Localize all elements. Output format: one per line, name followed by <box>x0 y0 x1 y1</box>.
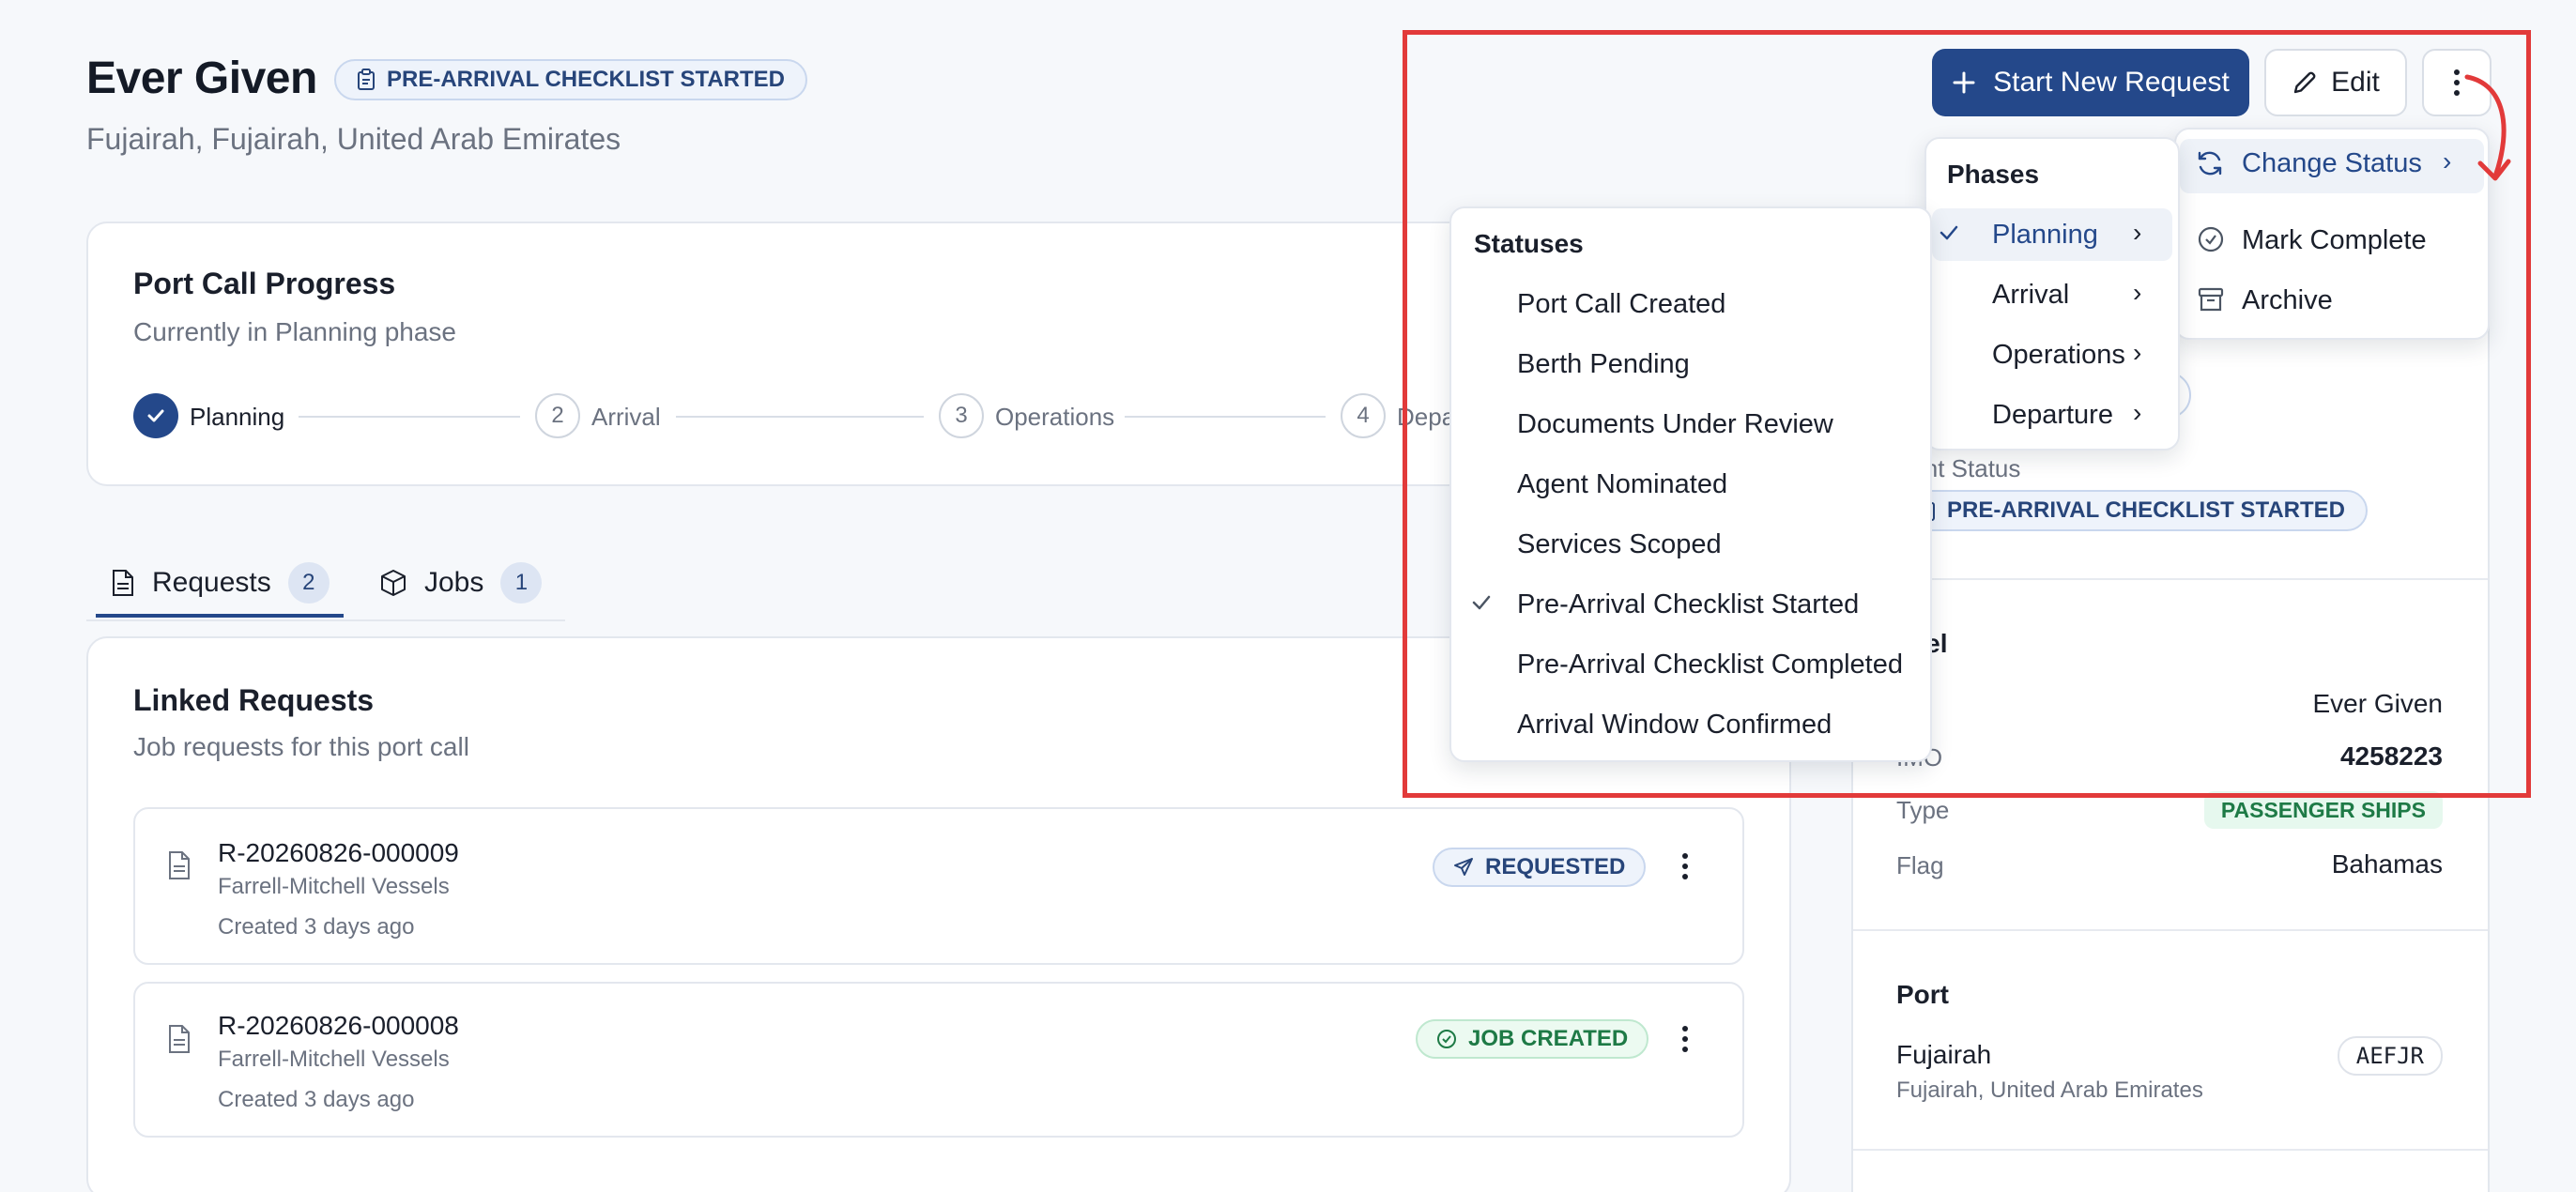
step-number-operations: 3 <box>939 393 984 438</box>
request-created: Created 3 days ago <box>218 1087 415 1112</box>
annotation-arrow-icon <box>2460 71 2516 193</box>
document-icon <box>111 569 135 597</box>
step-number-departure: 4 <box>1341 393 1386 438</box>
tab-jobs[interactable]: Jobs 1 <box>379 562 543 604</box>
tab-jobs-count: 1 <box>500 562 543 604</box>
divider <box>1853 1149 2488 1151</box>
clipboard-icon <box>357 69 376 91</box>
page-title: Ever Given <box>86 53 317 103</box>
vessel-type-label: Type <box>1896 796 1950 824</box>
request-company: Farrell-Mitchell Vessels <box>218 1047 450 1072</box>
port-section-title: Port <box>1896 980 1949 1009</box>
status-pill-requested: REQUESTED <box>1433 848 1647 887</box>
tab-requests-label: Requests <box>152 567 271 598</box>
tab-active-indicator <box>96 614 344 618</box>
port-location: Fujairah, United Arab Emirates <box>1896 1077 2203 1103</box>
status-badge: PRE-ARRIVAL CHECKLIST STARTED <box>334 59 808 100</box>
request-id[interactable]: R-20260826-000008 <box>218 1011 459 1041</box>
step-connector <box>1125 416 1326 418</box>
step-connector <box>676 416 924 418</box>
tab-bar-divider <box>86 619 565 621</box>
step-planning-check-icon <box>133 393 178 438</box>
tab-jobs-label: Jobs <box>424 567 484 598</box>
annotation-highlight-box <box>1403 30 2531 798</box>
step-label-planning: Planning <box>190 403 285 431</box>
row-more-icon[interactable] <box>1671 1020 1699 1058</box>
vessel-flag-value: Bahamas <box>2331 849 2443 879</box>
step-label-operations: Operations <box>995 403 1115 431</box>
step-number-arrival: 2 <box>535 393 580 438</box>
port-name: Fujairah <box>1896 1040 1992 1069</box>
document-icon <box>167 1024 192 1054</box>
tab-requests-count: 2 <box>287 562 330 604</box>
check-circle-icon <box>1436 1029 1457 1049</box>
port-location: Fujairah, Fujairah, United Arab Emirates <box>86 122 621 156</box>
progress-subtitle: Currently in Planning phase <box>133 317 456 346</box>
status-pill-label: JOB CREATED <box>1468 1026 1629 1051</box>
send-icon <box>1453 857 1474 878</box>
tab-requests[interactable]: Requests 2 <box>111 562 330 604</box>
port-code: AEFJR <box>2337 1036 2443 1076</box>
vessel-flag-label: Flag <box>1896 851 1944 879</box>
status-badge-label: PRE-ARRIVAL CHECKLIST STARTED <box>387 67 786 92</box>
linked-requests-title: Linked Requests <box>133 683 375 717</box>
step-label-arrival: Arrival <box>591 403 661 431</box>
box-icon <box>379 569 407 597</box>
progress-title: Port Call Progress <box>133 267 396 300</box>
linked-requests-subtitle: Job requests for this port call <box>133 732 469 761</box>
divider <box>1853 929 2488 931</box>
status-pill-job-created: JOB CREATED <box>1416 1019 1649 1059</box>
request-company: Farrell-Mitchell Vessels <box>218 874 450 899</box>
status-pill-label: REQUESTED <box>1485 854 1626 879</box>
request-id[interactable]: R-20260826-000009 <box>218 838 459 868</box>
document-icon <box>167 850 192 880</box>
request-created: Created 3 days ago <box>218 914 415 940</box>
row-more-icon[interactable] <box>1671 848 1699 885</box>
step-connector <box>299 416 520 418</box>
